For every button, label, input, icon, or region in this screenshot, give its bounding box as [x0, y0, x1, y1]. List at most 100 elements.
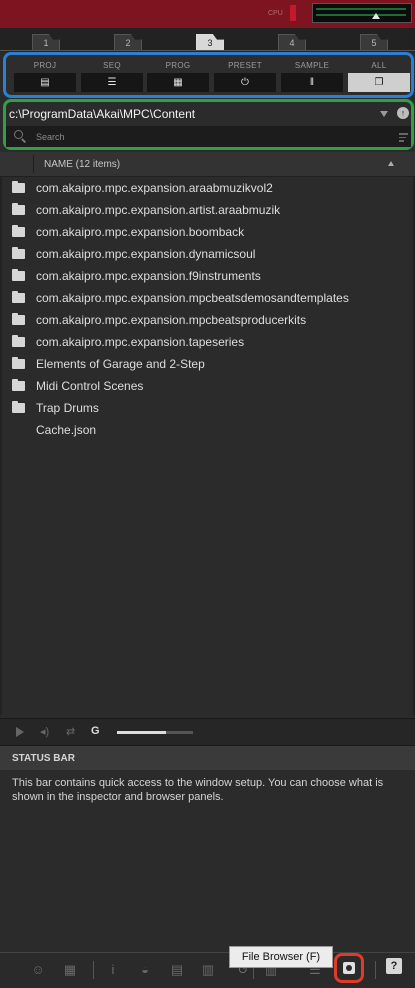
- grid-icon: ▦: [147, 73, 209, 92]
- status-description: This bar contains quick access to the wi…: [12, 777, 384, 803]
- plug-icon: ⏻: [214, 73, 276, 92]
- document-icon[interactable]: ▤: [169, 962, 185, 978]
- status-title: STATUS BAR: [12, 753, 75, 764]
- filter-label: SEQ: [103, 61, 121, 70]
- folder-icon: [12, 269, 25, 281]
- item-name: com.akaipro.mpc.expansion.boomback: [36, 225, 245, 239]
- filter-preset-button[interactable]: PRESET ⏻: [214, 61, 276, 95]
- list-item[interactable]: Cache.json: [2, 419, 413, 441]
- name-column-header[interactable]: NAME (12 items): [44, 159, 120, 170]
- filter-label: SAMPLE: [294, 61, 330, 70]
- pad-tab-1[interactable]: 1: [32, 34, 60, 50]
- list-item[interactable]: com.akaipro.mpc.expansion.boomback: [2, 221, 413, 243]
- folder-icon: [12, 313, 25, 325]
- cpu-label: CPU: [268, 10, 283, 17]
- search-input[interactable]: [36, 129, 376, 144]
- filter-sample-button[interactable]: SAMPLE ‖: [281, 61, 343, 95]
- filter-all-button[interactable]: ALL ❐: [348, 61, 410, 95]
- parent-folder-icon[interactable]: ↑: [397, 107, 409, 119]
- list-item[interactable]: com.akaipro.mpc.expansion.mpcbeatsproduc…: [2, 309, 413, 331]
- loop-icon[interactable]: ⇄: [66, 725, 75, 738]
- list-item[interactable]: com.akaipro.mpc.expansion.f9instruments: [2, 265, 413, 287]
- waveform-icon: ‖: [281, 73, 343, 92]
- pad-tab-row: 1 2 3 4 5: [0, 28, 415, 52]
- item-name: com.akaipro.mpc.expansion.dynamicsoul: [36, 247, 256, 261]
- item-name: Cache.json: [36, 423, 97, 437]
- list-header[interactable]: NAME (12 items): [0, 152, 415, 177]
- list-item[interactable]: com.akaipro.mpc.expansion.artist.araabmu…: [2, 199, 413, 221]
- sort-ascending-icon[interactable]: [388, 161, 394, 166]
- list-item[interactable]: Trap Drums: [2, 397, 413, 419]
- search-icon: [14, 130, 23, 139]
- browser-filter-bar: PROJ ▤ SEQ ☰ PROG ▦ PRESET ⏻ SAMPLE ‖ AL…: [3, 52, 414, 98]
- item-name: com.akaipro.mpc.expansion.tapeseries: [36, 335, 245, 349]
- folder-icon: [12, 379, 25, 391]
- search-bar: [6, 126, 411, 147]
- speaker-icon[interactable]: ◂): [40, 725, 49, 738]
- file-browser-icon[interactable]: [343, 962, 355, 974]
- mixer-icon[interactable]: ▥: [200, 962, 216, 978]
- item-name: Trap Drums: [36, 401, 99, 415]
- list-item[interactable]: com.akaipro.mpc.expansion.araabmuzikvol2: [2, 177, 413, 199]
- file-list: com.akaipro.mpc.expansion.araabmuzikvol2…: [0, 177, 415, 715]
- folder-icon: [12, 225, 25, 237]
- copy-icon: ❐: [348, 73, 410, 92]
- folder-icon: [12, 401, 25, 413]
- pad-tab-2[interactable]: 2: [114, 34, 142, 50]
- filter-prog-button[interactable]: PROG ▦: [147, 61, 209, 95]
- play-icon[interactable]: [16, 727, 24, 737]
- column-separator: [33, 155, 34, 173]
- gauge-icon[interactable]: ◒: [137, 962, 153, 978]
- keyboard-icon[interactable]: ▦: [60, 962, 80, 978]
- folder-icon: [12, 203, 25, 215]
- document-icon: ▤: [14, 73, 76, 92]
- top-header: CPU: [0, 0, 415, 28]
- slider-fill: [117, 731, 167, 734]
- sequence-icon: ☰: [81, 73, 143, 92]
- filter-label: PROG: [165, 61, 191, 70]
- list-item[interactable]: com.akaipro.mpc.expansion.mpcbeatsdemosa…: [2, 287, 413, 309]
- pad-tab-4[interactable]: 4: [278, 34, 306, 50]
- autoplay-icon[interactable]: G: [91, 725, 100, 737]
- level-meter: [312, 3, 412, 23]
- folder-icon: [12, 335, 25, 347]
- filter-label: PRESET: [228, 61, 262, 70]
- item-name: Midi Control Scenes: [36, 379, 144, 393]
- item-name: com.akaipro.mpc.expansion.mpcbeatsdemosa…: [36, 291, 349, 305]
- item-name: com.akaipro.mpc.expansion.mpcbeatsproduc…: [36, 313, 307, 327]
- item-name: com.akaipro.mpc.expansion.artist.araabmu…: [36, 203, 281, 217]
- status-bar-body: This bar contains quick access to the wi…: [0, 770, 415, 950]
- folder-icon: [12, 247, 25, 259]
- toolbar-separator: [375, 961, 376, 979]
- filter-seq-button[interactable]: SEQ ☰: [81, 61, 143, 95]
- pad-tab-3[interactable]: 3: [196, 34, 224, 50]
- file-browser-tooltip: File Browser (F): [229, 946, 333, 968]
- path-and-search-panel: c:\ProgramData\Akai\MPC\Content ↑: [3, 99, 414, 150]
- current-path[interactable]: c:\ProgramData\Akai\MPC\Content: [9, 107, 195, 121]
- list-item[interactable]: Elements of Garage and 2-Step: [2, 353, 413, 375]
- level-bar-left: [316, 8, 406, 10]
- filter-lines-icon[interactable]: [399, 133, 408, 144]
- preview-volume-slider[interactable]: [117, 731, 193, 734]
- folder-icon: [12, 357, 25, 369]
- toolbar-separator: [93, 961, 94, 979]
- smiley-icon[interactable]: ☺: [30, 962, 46, 978]
- path-dropdown-icon[interactable]: [380, 111, 388, 117]
- status-bar-header: STATUS BAR: [0, 745, 415, 770]
- filter-label: ALL: [371, 61, 387, 70]
- folder-icon: [12, 291, 25, 303]
- item-name: com.akaipro.mpc.expansion.f9instruments: [36, 269, 261, 283]
- list-item[interactable]: com.akaipro.mpc.expansion.tapeseries: [2, 331, 413, 353]
- item-name: com.akaipro.mpc.expansion.araabmuzikvol2: [36, 181, 273, 195]
- info-icon[interactable]: i: [105, 962, 121, 978]
- list-item[interactable]: Midi Control Scenes: [2, 375, 413, 397]
- level-marker[interactable]: [372, 13, 380, 19]
- pad-tab-5[interactable]: 5: [360, 34, 388, 50]
- help-button[interactable]: ?: [386, 958, 402, 974]
- list-item[interactable]: com.akaipro.mpc.expansion.dynamicsoul: [2, 243, 413, 265]
- filter-proj-button[interactable]: PROJ ▤: [14, 61, 76, 95]
- preview-transport: ◂) ⇄ G: [0, 718, 415, 745]
- level-bar-right: [316, 14, 406, 16]
- cpu-meter: [290, 5, 296, 21]
- filter-label: PROJ: [33, 61, 57, 70]
